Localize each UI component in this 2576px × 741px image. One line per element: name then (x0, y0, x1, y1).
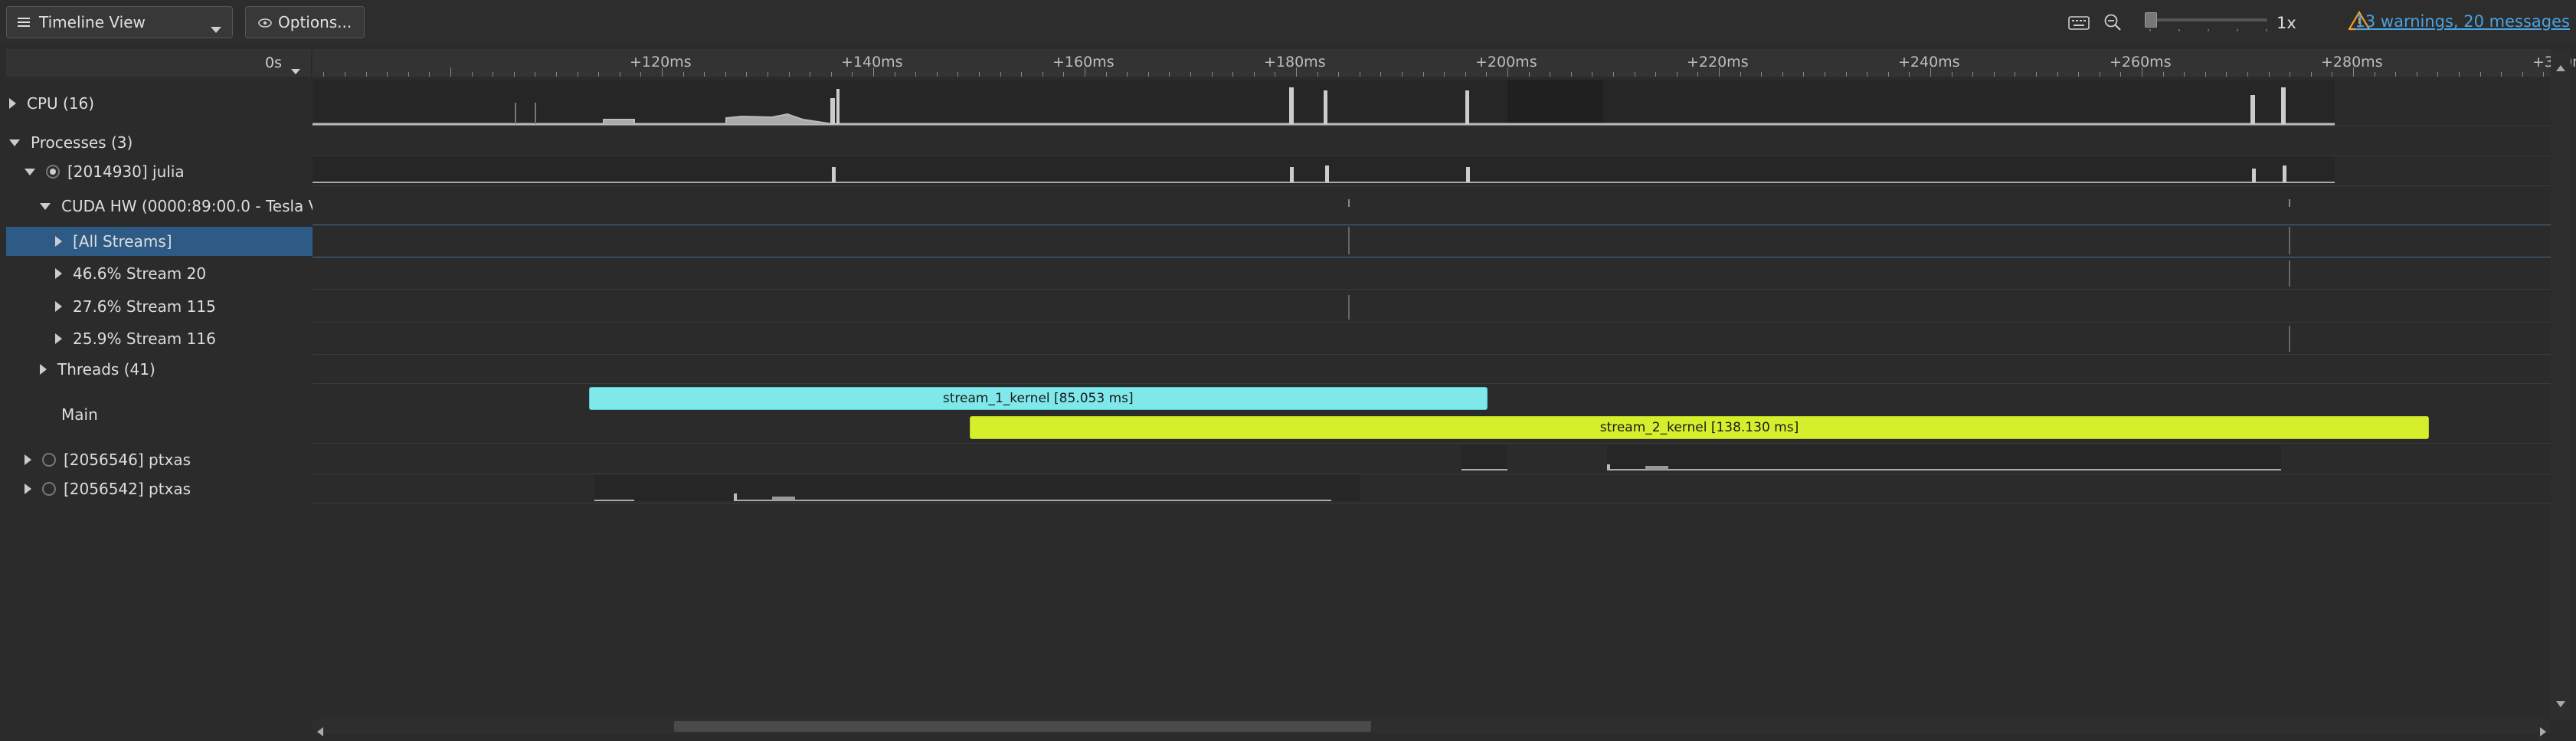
track-separator (313, 354, 2551, 355)
track-separator (313, 443, 2551, 444)
process-radio-icon[interactable] (46, 165, 60, 179)
caret-down-icon[interactable] (40, 202, 51, 210)
tree-label-processes: Processes (3) (31, 133, 133, 152)
kernel-label: stream_1_kernel [85.053 ms] (942, 391, 1134, 406)
tree-row-stream115[interactable]: 27.6% Stream 115 (6, 292, 360, 321)
ruler-origin: 0s (6, 49, 311, 77)
horizontal-scroll-thumb[interactable] (674, 721, 1371, 732)
options-label: Options... (278, 13, 352, 31)
timeline-tree: CPU (16) Processes (3) [2014930] julia C… (6, 77, 360, 720)
scroll-up-icon[interactable] (2556, 57, 2565, 75)
stream-activity-marker (2289, 227, 2290, 254)
view-select[interactable]: Timeline View (6, 6, 233, 38)
scroll-left-icon[interactable] (317, 722, 323, 740)
view-select-label: Timeline View (39, 13, 146, 31)
cuda-activity-marker (2289, 199, 2290, 207)
kernel-bar-stream-1[interactable]: stream_1_kernel [85.053 ms] (588, 387, 1488, 410)
tree-row-proc-ptxas1[interactable]: [2056546] ptxas (6, 445, 329, 474)
caret-down-icon[interactable] (25, 168, 35, 175)
caret-right-icon[interactable] (55, 333, 62, 344)
tree-label-stream20: 46.6% Stream 20 (73, 264, 207, 283)
zoom-slider-track (2149, 18, 2267, 21)
ptxas-activity-track (1461, 444, 2281, 471)
cpu-activity-track (313, 80, 2335, 126)
tree-row-processes[interactable]: Processes (3) (6, 128, 314, 157)
zoom-out-icon[interactable] (2103, 13, 2122, 35)
ruler-tick-label: +280ms (2321, 54, 2383, 70)
stream-activity-marker (2289, 326, 2290, 352)
caret-right-icon[interactable] (25, 454, 31, 465)
tree-row-cpu[interactable]: CPU (16) (6, 89, 314, 118)
tree-label-proc-ptxas2: [2056542] ptxas (64, 480, 191, 498)
tree-label-stream116: 25.9% Stream 116 (73, 330, 216, 348)
vertical-scrollbar[interactable] (2551, 49, 2571, 720)
track-separator (313, 383, 2551, 384)
tree-label-proc-ptxas1: [2056546] ptxas (64, 451, 191, 469)
tree-row-proc-julia[interactable]: [2014930] julia (6, 157, 329, 186)
caret-right-icon[interactable] (25, 484, 31, 494)
kernel-label: stream_2_kernel [138.130 ms] (1599, 420, 1799, 435)
caret-right-icon[interactable] (9, 98, 16, 109)
process-radio-icon[interactable] (42, 453, 56, 467)
tree-label-cuda-hw: CUDA HW (0000:89:00.0 - Tesla V (61, 197, 319, 215)
tree-row-proc-ptxas2[interactable]: [2056542] ptxas (6, 474, 329, 503)
scroll-right-icon[interactable] (2540, 722, 2546, 740)
track-separator (313, 322, 2551, 323)
caret-down-icon[interactable] (9, 139, 20, 146)
ruler-tick-label: +200ms (1475, 54, 1537, 70)
keyboard-icon[interactable] (2068, 15, 2090, 34)
eye-icon (258, 13, 272, 31)
tree-row-all-streams[interactable]: [All Streams] (6, 227, 360, 256)
stream-activity-marker (1348, 227, 1350, 254)
tree-label-cpu: CPU (16) (27, 94, 95, 113)
ruler-tick-label: +220ms (1687, 54, 1749, 70)
horizontal-scrollbar[interactable] (313, 719, 2551, 736)
process-radio-icon[interactable] (42, 482, 56, 496)
zoom-label: 1x (2277, 14, 2296, 32)
ruler-tick-label: +260ms (2110, 54, 2172, 70)
ruler-tick-label: +180ms (1264, 54, 1326, 70)
ptxas-activity-track (594, 475, 1360, 501)
cuda-activity-marker (1348, 199, 1350, 207)
origin-label: 0s (265, 54, 282, 71)
tree-label-main: Main (61, 405, 98, 424)
ruler-tick-label: +160ms (1052, 54, 1115, 70)
tree-row-cuda-hw[interactable]: CUDA HW (0000:89:00.0 - Tesla V (6, 192, 345, 221)
tree-row-threads[interactable]: Threads (41) (6, 355, 345, 384)
time-ruler[interactable]: +120ms +140ms +160ms +180ms +200ms +220ms +240… (313, 49, 2576, 77)
stream-activity-marker (1348, 295, 1350, 320)
process-activity-track (313, 156, 2335, 184)
caret-right-icon[interactable] (55, 268, 62, 279)
zoom-slider[interactable] (2145, 11, 2270, 34)
options-button[interactable]: Options... (245, 6, 365, 38)
caret-right-icon[interactable] (40, 364, 47, 375)
toolbar: Timeline View Options... 1x 13 warnings,… (0, 0, 2576, 46)
tree-label-threads: Threads (41) (57, 360, 155, 379)
tree-row-stream116[interactable]: 25.9% Stream 116 (6, 324, 360, 353)
menu-icon (18, 13, 30, 31)
ruler-tick-label: +140ms (841, 54, 903, 70)
track-separator (313, 185, 2551, 186)
ruler-tick-label: +120ms (630, 54, 692, 70)
tree-row-stream20[interactable]: 46.6% Stream 20 (6, 259, 360, 288)
track-separator (313, 289, 2551, 290)
kernel-bar-stream-2[interactable]: stream_2_kernel [138.130 ms] (969, 416, 2430, 439)
stream-activity-marker (2289, 261, 2290, 287)
tree-label-all-streams: [All Streams] (73, 232, 172, 251)
caret-right-icon[interactable] (55, 236, 62, 247)
scroll-down-icon[interactable] (2556, 693, 2565, 711)
caret-right-icon[interactable] (55, 301, 62, 312)
tree-label-proc-julia: [2014930] julia (67, 162, 185, 181)
zoom-slider-ticks (2149, 29, 2267, 32)
ruler-tick-label: +240ms (1898, 54, 1960, 70)
ruler-tick (450, 67, 451, 77)
timeline-tracks[interactable]: stream_1_kernel [85.053 ms] stream_2_ker… (313, 77, 2551, 720)
tree-label-stream115: 27.6% Stream 115 (73, 297, 216, 316)
warnings-link[interactable]: 13 warnings, 20 messages (2355, 12, 2571, 31)
chevron-down-icon (211, 19, 221, 38)
zoom-slider-handle[interactable] (2145, 12, 2157, 28)
